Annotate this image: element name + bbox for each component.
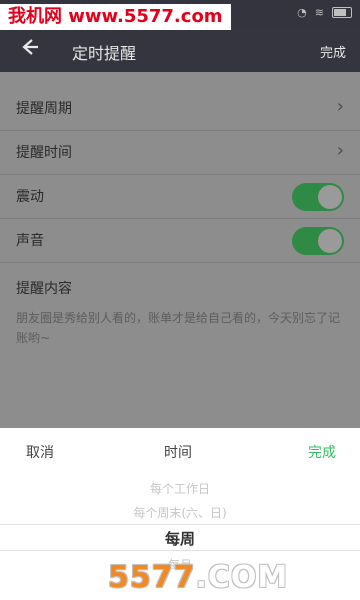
done-button[interactable]: 完成 [308,442,336,462]
setting-row-vibrate: 震动 [0,174,360,219]
sound-toggle[interactable] [292,227,344,255]
reminder-content-text[interactable]: 朋友圈是秀给别人看的，账单才是给自己看的，今天别忘了记账哟~ [16,308,346,348]
picker-divider [0,550,360,551]
watermark-banner: 我机网 www.5577.com [0,4,231,30]
chevron-right-icon: › [336,96,344,117]
header-done-button[interactable]: 完成 [320,42,346,61]
picker-option[interactable]: 每个周末(六、日) [0,504,360,521]
setting-label: 声音 [16,233,44,249]
picker-option-selected[interactable]: 每周 [0,528,360,549]
site-logo: 5577.COM [108,560,289,595]
app-header: 定时提醒 完成 [0,28,360,72]
page-title: 定时提醒 [72,44,137,63]
setting-label: 震动 [16,189,44,205]
vibrate-toggle[interactable] [292,183,344,211]
reminder-content-label: 提醒内容 [16,281,72,297]
settings-panel: 提醒周期 › 提醒时间 › 震动 声音 提醒内容 朋友圈是秀给别人看的，账单才是… [0,72,360,428]
setting-row-time[interactable]: 提醒时间 › [0,130,360,175]
setting-row-cycle[interactable]: 提醒周期 › [0,86,360,131]
picker-divider [0,524,360,525]
toggle-knob [318,229,342,253]
cancel-button[interactable]: 取消 [26,442,54,462]
chevron-right-icon: › [336,140,344,161]
picker-option[interactable]: 每个工作日 [0,480,360,497]
status-icons: ◔ ≋ [297,6,352,19]
picker-title: 时间 [164,445,192,461]
setting-row-sound: 声音 [0,218,360,263]
setting-label: 提醒周期 [16,101,72,117]
setting-label: 提醒时间 [16,145,72,161]
arrow-left-icon[interactable] [18,36,42,60]
mute-icon: ◔ [297,6,307,19]
picker-header: 取消 时间 完成 [0,428,360,472]
battery-icon [332,7,352,18]
toggle-knob [318,185,342,209]
wifi-icon: ≋ [314,6,324,19]
